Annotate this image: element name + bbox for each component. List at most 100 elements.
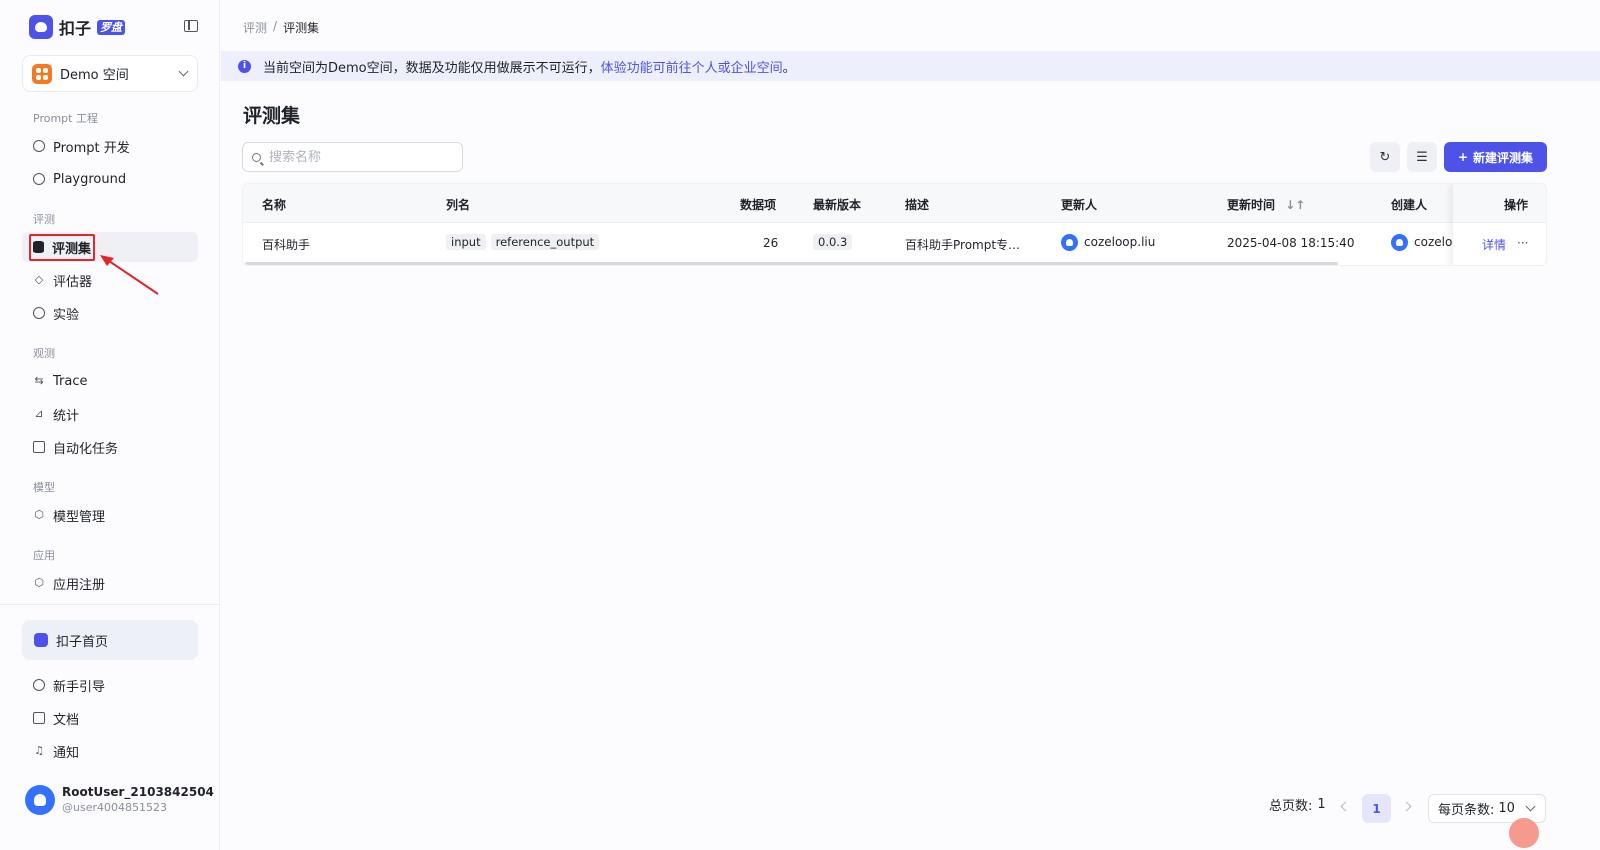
sidebar-item-label: 统计 bbox=[53, 408, 80, 424]
gauge-icon bbox=[33, 307, 45, 319]
banner-text: 当前空间为Demo空间，数据及功能仅用做展示不可运行， bbox=[263, 60, 601, 76]
actions-column: 操作 详情 ··· bbox=[1453, 184, 1546, 265]
sidebar-item-app-register[interactable]: ⬡ 应用注册 bbox=[22, 568, 198, 598]
sidebar-item-notify[interactable]: ♫ 通知 bbox=[22, 736, 198, 766]
page-title: 评测集 bbox=[243, 105, 301, 127]
document-icon bbox=[33, 712, 45, 724]
table-header bbox=[243, 184, 1546, 223]
column-header-updated-at-label: 更新时间 bbox=[1227, 198, 1276, 212]
chat-icon bbox=[33, 140, 45, 152]
sidebar-item-label: Trace bbox=[53, 373, 88, 389]
space-selector[interactable]: Demo 空间 bbox=[22, 55, 198, 92]
refresh-button[interactable]: ↻ bbox=[1370, 142, 1400, 172]
coze-logo-icon bbox=[34, 633, 48, 647]
info-icon: i bbox=[238, 59, 251, 73]
refresh-icon: ↻ bbox=[1379, 149, 1391, 165]
breadcrumb-parent[interactable]: 评测 bbox=[243, 19, 267, 36]
evaluator-icon: ◇ bbox=[34, 273, 44, 286]
sidebar-item-model-manage[interactable]: ⬡ 模型管理 bbox=[22, 500, 198, 530]
page-size-value: 10 bbox=[1498, 801, 1515, 816]
sidebar-item-label: 通知 bbox=[53, 745, 80, 761]
field-tag: input bbox=[446, 234, 486, 250]
sidebar-item-label: 文档 bbox=[53, 712, 80, 728]
total-pages-label: 总页数: bbox=[1269, 799, 1313, 814]
sidebar-item-auto-task[interactable]: 自动化任务 bbox=[22, 432, 198, 462]
search-input[interactable] bbox=[269, 149, 449, 165]
brand-logo-icon bbox=[29, 15, 53, 39]
sidebar-collapse-icon[interactable] bbox=[184, 20, 198, 32]
search-field[interactable] bbox=[242, 142, 463, 172]
nav-group-observe: 观测 bbox=[33, 347, 55, 360]
coze-home-button[interactable]: 扣子首页 bbox=[22, 620, 198, 660]
detail-link[interactable]: 详情 bbox=[1482, 236, 1506, 253]
sidebar-item-label: 新手引导 bbox=[53, 679, 106, 695]
banner-end: 。 bbox=[782, 60, 796, 76]
column-header-created-by: 创建人 bbox=[1391, 198, 1428, 212]
chart-icon: ⊿ bbox=[34, 407, 44, 420]
next-page-icon[interactable] bbox=[1401, 801, 1412, 812]
box-icon: ⬡ bbox=[34, 576, 44, 589]
total-pages-value: 1 bbox=[1317, 797, 1326, 812]
sidebar-item-label: Prompt 开发 bbox=[53, 140, 130, 156]
sidebar-item-label: 自动化任务 bbox=[53, 441, 119, 457]
column-header-description: 描述 bbox=[905, 198, 930, 212]
page-number-button[interactable]: 1 bbox=[1362, 794, 1391, 823]
brand-name: 扣子 bbox=[59, 19, 92, 38]
cell-created-by: cozeloo bbox=[1391, 234, 1460, 251]
version-tag: 0.0.3 bbox=[813, 234, 853, 250]
sidebar-item-playground[interactable]: Playground bbox=[22, 164, 198, 194]
demo-space-banner: i 当前空间为Demo空间，数据及功能仅用做展示不可运行， 体验功能可前往个人或… bbox=[221, 51, 1600, 81]
bell-icon: ♫ bbox=[34, 744, 44, 757]
cell-updated-by: cozeloop.liu bbox=[1061, 234, 1155, 251]
sidebar-item-prompt-dev[interactable]: Prompt 开发 bbox=[22, 131, 198, 161]
play-icon bbox=[33, 173, 45, 185]
sort-icon[interactable]: ↓↑ bbox=[1285, 198, 1305, 212]
eval-set-table: 名称 列名 数据项 最新版本 描述 更新人 更新时间 ↓↑ 创建人 百科助手 i… bbox=[242, 183, 1547, 266]
cell-name[interactable]: 百科助手 bbox=[262, 236, 310, 253]
user-profile[interactable]: RootUser_2103842504 @user4004851523 bbox=[25, 784, 214, 816]
column-settings-button[interactable]: ☰ bbox=[1407, 142, 1437, 172]
sidebar-item-docs[interactable]: 文档 bbox=[22, 703, 198, 733]
brand[interactable]: 扣子 罗盘 bbox=[29, 14, 126, 40]
sidebar-item-stats[interactable]: ⊿ 统计 bbox=[22, 399, 198, 429]
cube-icon: ⬡ bbox=[34, 508, 44, 521]
more-actions-icon[interactable]: ··· bbox=[1517, 236, 1528, 250]
breadcrumb: 评测 / 评测集 bbox=[243, 19, 319, 36]
prev-page-icon[interactable] bbox=[1340, 801, 1351, 812]
sidebar: 扣子 罗盘 Demo 空间 Prompt 工程 Prompt 开发 Playgr… bbox=[0, 0, 220, 850]
brand-badge: 罗盘 bbox=[97, 19, 126, 35]
sidebar-item-label: 评估器 bbox=[53, 274, 93, 290]
column-header-actions: 操作 bbox=[1504, 198, 1529, 212]
user-name: RootUser_2103842504 bbox=[62, 785, 214, 799]
cell-version: 0.0.3 bbox=[813, 234, 857, 250]
column-header-updated-at[interactable]: 更新时间 ↓↑ bbox=[1227, 196, 1305, 213]
task-icon bbox=[33, 441, 45, 453]
nav-group-app: 应用 bbox=[33, 549, 55, 562]
sidebar-item-trace[interactable]: ⇆ Trace bbox=[22, 366, 198, 396]
cell-fields: input reference_output bbox=[446, 234, 604, 250]
avatar bbox=[1391, 234, 1408, 251]
assistant-bubble-icon[interactable] bbox=[1509, 818, 1539, 848]
search-icon bbox=[252, 152, 261, 162]
field-tag: reference_output bbox=[490, 234, 600, 250]
column-header-fields: 列名 bbox=[446, 198, 471, 212]
nav-group-prompt: Prompt 工程 bbox=[33, 112, 98, 125]
annotation-highlight-box bbox=[29, 234, 95, 261]
breadcrumb-separator: / bbox=[273, 19, 278, 33]
plus-icon: + bbox=[1457, 150, 1469, 164]
chevron-down-icon bbox=[1525, 801, 1536, 812]
sidebar-item-guide[interactable]: 新手引导 bbox=[22, 670, 198, 700]
banner-link[interactable]: 体验功能可前往个人或企业空间 bbox=[601, 57, 783, 76]
annotation-arrow-icon bbox=[100, 255, 159, 295]
sidebar-item-label: 应用注册 bbox=[53, 577, 106, 593]
sidebar-divider bbox=[0, 604, 220, 605]
filter-settings-icon: ☰ bbox=[1416, 149, 1428, 165]
help-icon bbox=[33, 679, 45, 691]
new-eval-set-button[interactable]: + 新建评测集 bbox=[1444, 142, 1547, 172]
sidebar-item-experiment[interactable]: 实验 bbox=[22, 298, 198, 328]
nav-group-model: 模型 bbox=[33, 481, 55, 494]
cell-items: 26 bbox=[763, 236, 779, 250]
sidebar-item-label: Playground bbox=[53, 171, 127, 187]
horizontal-scrollbar[interactable] bbox=[245, 262, 1338, 265]
column-header-updated-by: 更新人 bbox=[1061, 198, 1098, 212]
